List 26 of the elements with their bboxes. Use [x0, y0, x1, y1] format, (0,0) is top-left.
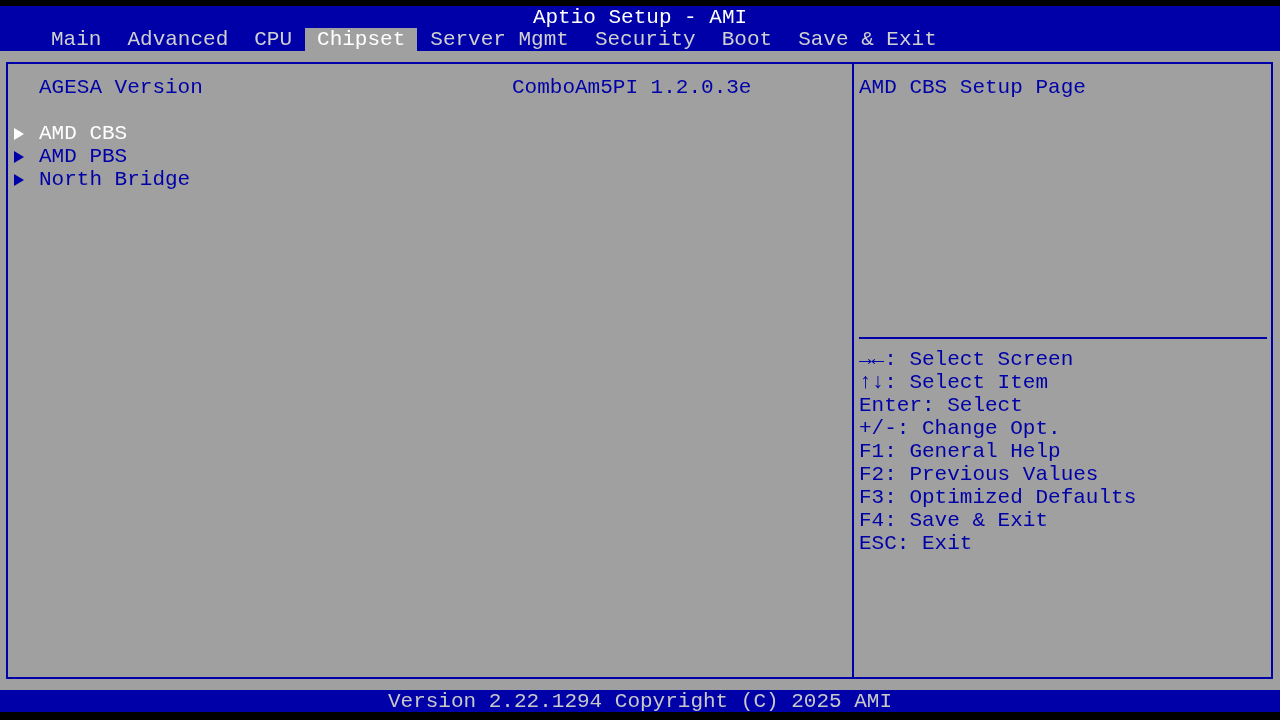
menu-tab[interactable]: CPU: [241, 28, 306, 51]
menu-tab[interactable]: Save & Exit: [785, 28, 950, 51]
menu-tab[interactable]: Main: [38, 28, 115, 51]
key-hint: Enter: Select: [859, 394, 1023, 417]
key-hint: +/-: Change Opt.: [859, 417, 1061, 440]
submenu-arrow-icon: [13, 173, 25, 186]
version-text: Version 2.22.1294 Copyright (C) 2025 AMI: [387, 690, 893, 713]
setting-label: AGESA Version: [39, 76, 203, 99]
key-hint: F4: Save & Exit: [859, 509, 1049, 532]
key-hint: F2: Previous Values: [859, 463, 1099, 486]
key-hint: ↑↓: Select Item: [859, 371, 1049, 394]
submenu-arrow-icon: [13, 127, 25, 140]
menu-tab[interactable]: Security: [581, 28, 709, 51]
menu-tab[interactable]: Boot: [708, 28, 786, 51]
menu-tab[interactable]: Server Mgmt: [417, 28, 582, 51]
setting-value: ComboAm5PI 1.2.0.3e: [512, 76, 752, 99]
submenu-item[interactable]: North Bridge: [39, 168, 191, 191]
help-text: AMD CBS Setup Page: [859, 76, 1086, 99]
key-hint: F1: General Help: [859, 440, 1061, 463]
key-hint: ESC: Exit: [859, 532, 973, 555]
menu-tab[interactable]: Advanced: [114, 28, 242, 51]
key-hint: →←: Select Screen: [859, 348, 1074, 371]
key-hint: F3: Optimized Defaults: [859, 486, 1137, 509]
submenu-item[interactable]: AMD PBS: [39, 145, 128, 168]
window-title: Aptio Setup - AMI: [531, 6, 749, 28]
submenu-arrow-icon: [13, 150, 25, 163]
